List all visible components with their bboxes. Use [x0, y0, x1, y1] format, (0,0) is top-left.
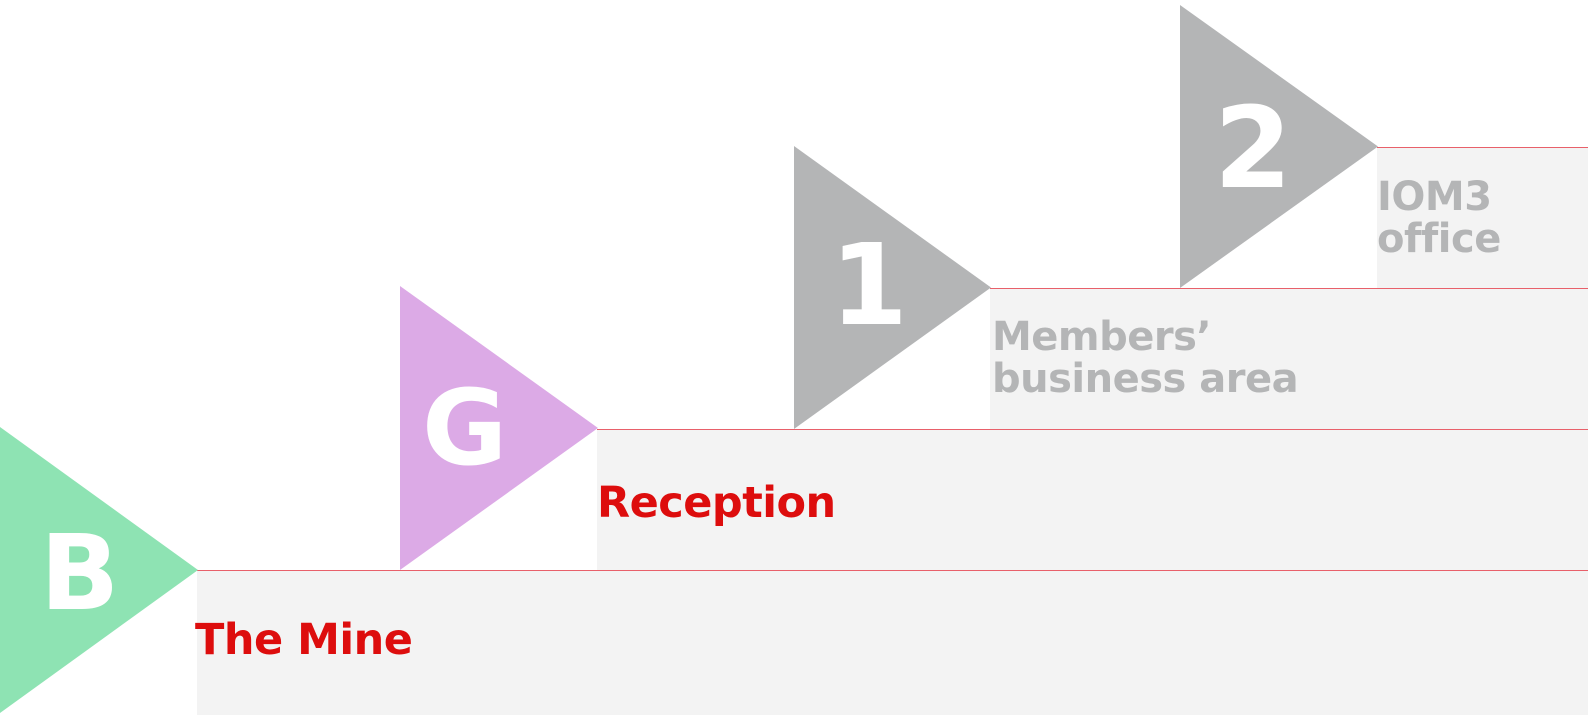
floor-marker-ground[interactable]: G [400, 286, 598, 570]
floor-label-first-line1: Members’ [992, 314, 1212, 360]
floor-marker-second-letter: 2 [1214, 84, 1292, 214]
floor-label-first-line2: business area [992, 356, 1299, 402]
floor-marker-basement[interactable]: B [0, 427, 198, 713]
floor-marker-first[interactable]: 1 [794, 146, 991, 429]
floor-label-second-line1: IOM3 [1377, 174, 1492, 220]
floor-label-second[interactable]: IOM3 office [1377, 176, 1501, 260]
floor-marker-ground-letter: G [422, 367, 508, 489]
floor-marker-second[interactable]: 2 [1180, 5, 1378, 288]
floor-label-ground[interactable]: Reception [597, 480, 836, 526]
floor-marker-first-letter: 1 [830, 221, 908, 351]
floor-marker-basement-letter: B [40, 512, 120, 634]
floor-label-second-line2: office [1377, 216, 1501, 262]
floor-label-first[interactable]: Members’ business area [992, 314, 1299, 402]
floor-label-basement[interactable]: The Mine [195, 617, 413, 663]
